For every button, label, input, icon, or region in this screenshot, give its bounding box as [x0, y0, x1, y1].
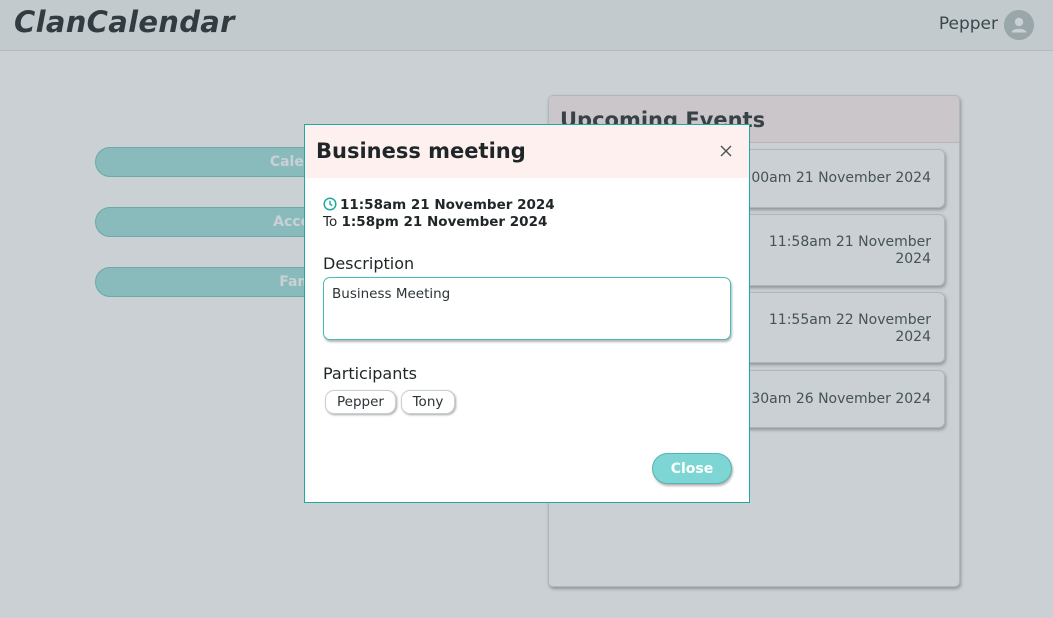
event-details-modal: Business meeting 11:58am 21 November 202… [304, 124, 750, 503]
participant-chip[interactable]: Tony [401, 390, 455, 414]
modal-title: Business meeting [316, 139, 526, 163]
description-label: Description [323, 254, 415, 273]
event-end-time: 1:58pm 21 November 2024 [341, 214, 548, 230]
event-start-row: 11:58am 21 November 2024 [323, 197, 555, 213]
description-field[interactable]: Business Meeting [323, 277, 731, 340]
participant-chip[interactable]: Pepper [325, 390, 396, 414]
participants-label: Participants [323, 364, 417, 383]
close-icon[interactable] [719, 144, 733, 158]
modal-header: Business meeting [305, 125, 749, 178]
close-button[interactable]: Close [652, 453, 732, 484]
to-label: To [323, 214, 338, 230]
event-start-time: 11:58am 21 November 2024 [340, 197, 555, 213]
event-end-row: To 1:58pm 21 November 2024 [323, 214, 547, 230]
clock-icon [323, 197, 337, 211]
